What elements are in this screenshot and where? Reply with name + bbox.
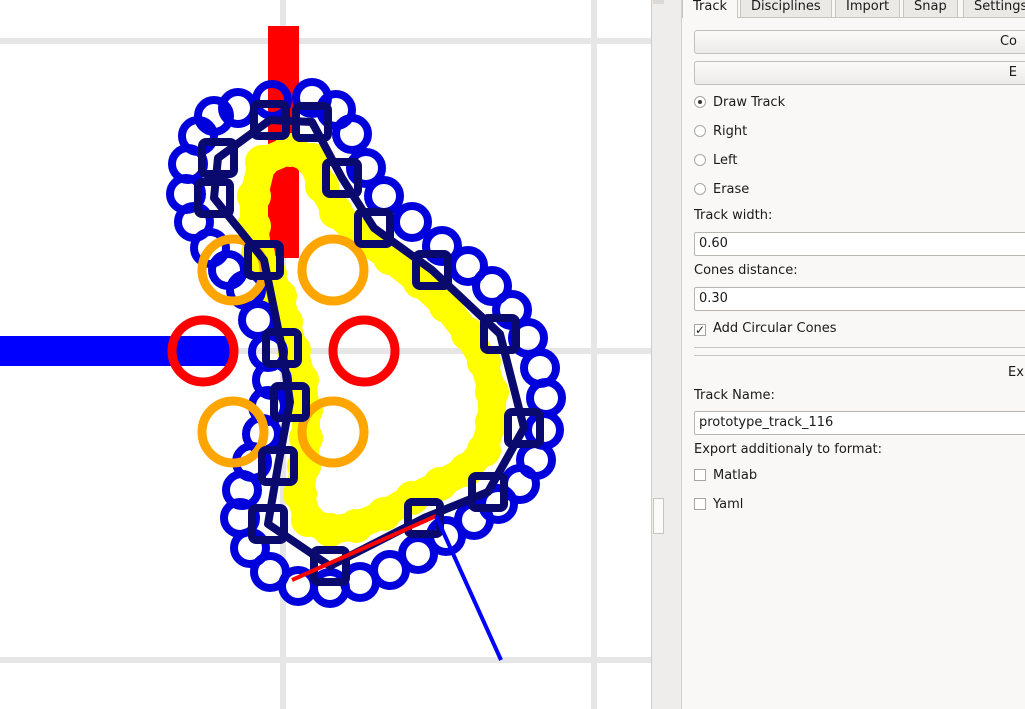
radio-label: Draw Track (713, 95, 786, 110)
track-canvas[interactable] (0, 0, 651, 709)
radio-indicator[interactable] (694, 183, 706, 195)
checkbox-indicator[interactable]: ✓ (694, 324, 706, 336)
matlab-checkbox[interactable]: Matlab (694, 467, 757, 485)
radio-indicator[interactable] (694, 96, 706, 108)
radio-indicator[interactable] (694, 154, 706, 166)
x-axis (0, 336, 232, 366)
checkbox-indicator[interactable] (694, 498, 706, 510)
section-divider (694, 347, 1025, 348)
radio-draw-track[interactable]: Draw Track (694, 94, 785, 112)
checkbox-indicator[interactable] (694, 469, 706, 481)
export-format-label: Export additionaly to format: (694, 442, 883, 457)
orange-cone (197, 396, 269, 468)
first-action-button[interactable]: Co (694, 30, 1025, 54)
panel-splitter[interactable] (665, 0, 682, 709)
radio-indicator[interactable] (694, 125, 706, 137)
checkbox-label: Matlab (713, 468, 758, 483)
tab-track[interactable]: Track (682, 0, 739, 18)
tab-disciplines[interactable]: Disciplines (740, 0, 832, 17)
scrollbar-top (653, 0, 664, 4)
track-width-label: Track width: (694, 208, 773, 223)
tab-bar: Track Disciplines Import Snap Settings (682, 0, 1025, 18)
track-drawing[interactable] (0, 0, 651, 709)
checkbox-label: Yaml (713, 497, 744, 512)
add-circular-cones-checkbox[interactable]: ✓ Add Circular Cones (694, 320, 837, 338)
cones-distance-input[interactable]: 0.30 (694, 287, 1025, 311)
tab-snap[interactable]: Snap (903, 0, 958, 17)
scrollbar-handle[interactable] (653, 498, 664, 534)
track-width-input[interactable]: 0.60 (694, 232, 1025, 256)
radio-label: Erase (713, 182, 750, 197)
radio-right[interactable]: Right (694, 123, 747, 141)
blue-cone (392, 202, 432, 242)
second-action-button[interactable]: E (694, 61, 1025, 85)
orange-cone (297, 234, 369, 306)
section-divider (694, 355, 1025, 356)
track-name-input[interactable]: prototype_track_116 (694, 411, 1025, 435)
radio-left[interactable]: Left (694, 152, 737, 170)
checkbox-label: Add Circular Cones (713, 321, 837, 336)
settings-panel: Track Disciplines Import Snap Settings C… (682, 0, 1025, 709)
canvas-scrollbar[interactable] (651, 0, 665, 709)
tab-import[interactable]: Import (835, 0, 901, 17)
blue-cone (364, 176, 404, 216)
blue-cone (332, 114, 372, 154)
cones-distance-label: Cones distance: (694, 263, 798, 278)
radio-erase[interactable]: Erase (694, 181, 749, 199)
export-section-title: Ex (1008, 365, 1024, 380)
track-name-label: Track Name: (694, 388, 775, 403)
radio-label: Right (713, 124, 748, 139)
yaml-checkbox[interactable]: Yaml (694, 496, 743, 514)
radio-label: Left (713, 153, 738, 168)
tab-settings[interactable]: Settings (963, 0, 1025, 17)
